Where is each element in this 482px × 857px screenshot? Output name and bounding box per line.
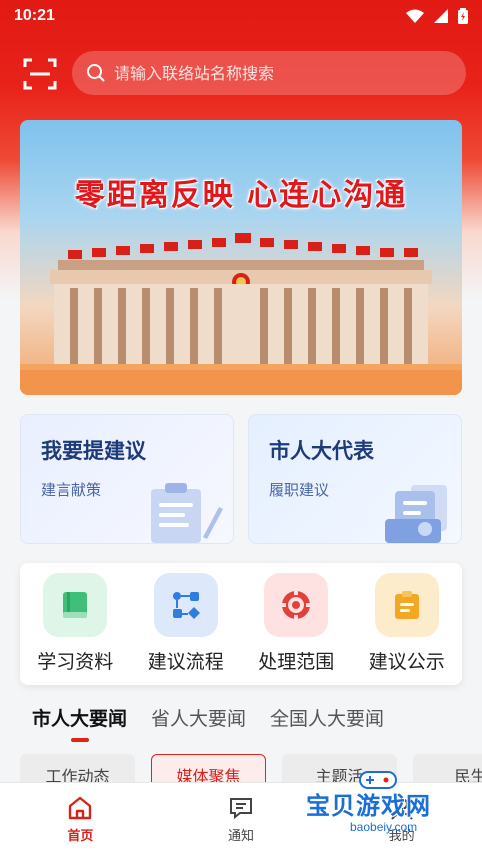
file-stack-icon	[385, 485, 447, 543]
book-icon	[43, 573, 108, 637]
document-pen-icon	[151, 483, 223, 543]
suggestion-card[interactable]: 我要提建议 建言献策	[20, 414, 234, 544]
scan-button[interactable]	[22, 56, 58, 92]
clipboard-icon	[374, 573, 439, 637]
nav-home[interactable]: 首页	[30, 783, 130, 857]
status-icons	[406, 8, 468, 24]
quick-link-label: 建议公示	[368, 651, 445, 673]
tab-province-news[interactable]: 省人大要闻	[151, 704, 246, 744]
scan-icon	[23, 58, 57, 90]
card-title: 市人大代表	[269, 439, 374, 463]
news-tabs: 市人大要闻 省人大要闻 全国人大要闻	[32, 704, 384, 744]
quick-link-process[interactable]: 建议流程	[136, 573, 236, 685]
target-icon	[264, 573, 329, 637]
tab-national-news[interactable]: 全国人大要闻	[270, 704, 384, 744]
nav-label: 通知	[227, 829, 254, 844]
nav-label: 首页	[67, 829, 94, 844]
card-title: 我要提建议	[41, 439, 146, 463]
flow-icon	[153, 573, 218, 637]
quick-link-label: 建议流程	[147, 651, 224, 673]
message-icon	[229, 798, 252, 820]
great-hall-illustration	[20, 233, 462, 395]
signal-icon	[434, 9, 448, 23]
search-icon	[87, 64, 105, 82]
quick-link-label: 处理范围	[258, 651, 335, 673]
wifi-icon	[406, 9, 424, 23]
quick-link-study[interactable]: 学习资料	[25, 573, 125, 685]
banner-title: 零距离反映 心连心沟通	[74, 178, 408, 213]
header	[0, 48, 482, 98]
watermark: 宝贝游戏网 baobeiy.com	[304, 768, 454, 848]
watermark-url: baobeiy.com	[350, 820, 418, 834]
quick-links: 学习资料 建议流程 处理范围 建议公示	[20, 563, 462, 685]
status-time: 10:21	[14, 7, 55, 24]
nav-notice[interactable]: 通知	[191, 783, 291, 857]
banner-carousel[interactable]: 零距离反映 心连心沟通	[20, 120, 462, 395]
status-bar: 10:21	[0, 0, 482, 32]
search-input[interactable]	[114, 63, 434, 83]
home-icon	[69, 796, 92, 820]
quick-link-scope[interactable]: 处理范围	[246, 573, 346, 685]
watermark-text: 宝贝游戏网	[306, 792, 431, 820]
deputy-card[interactable]: 市人大代表 履职建议	[248, 414, 462, 544]
search-bar[interactable]	[72, 51, 466, 95]
quick-link-label: 学习资料	[37, 651, 114, 673]
tab-city-news[interactable]: 市人大要闻	[32, 704, 127, 744]
quick-link-publicity[interactable]: 建议公示	[357, 573, 457, 685]
battery-icon	[458, 8, 468, 24]
